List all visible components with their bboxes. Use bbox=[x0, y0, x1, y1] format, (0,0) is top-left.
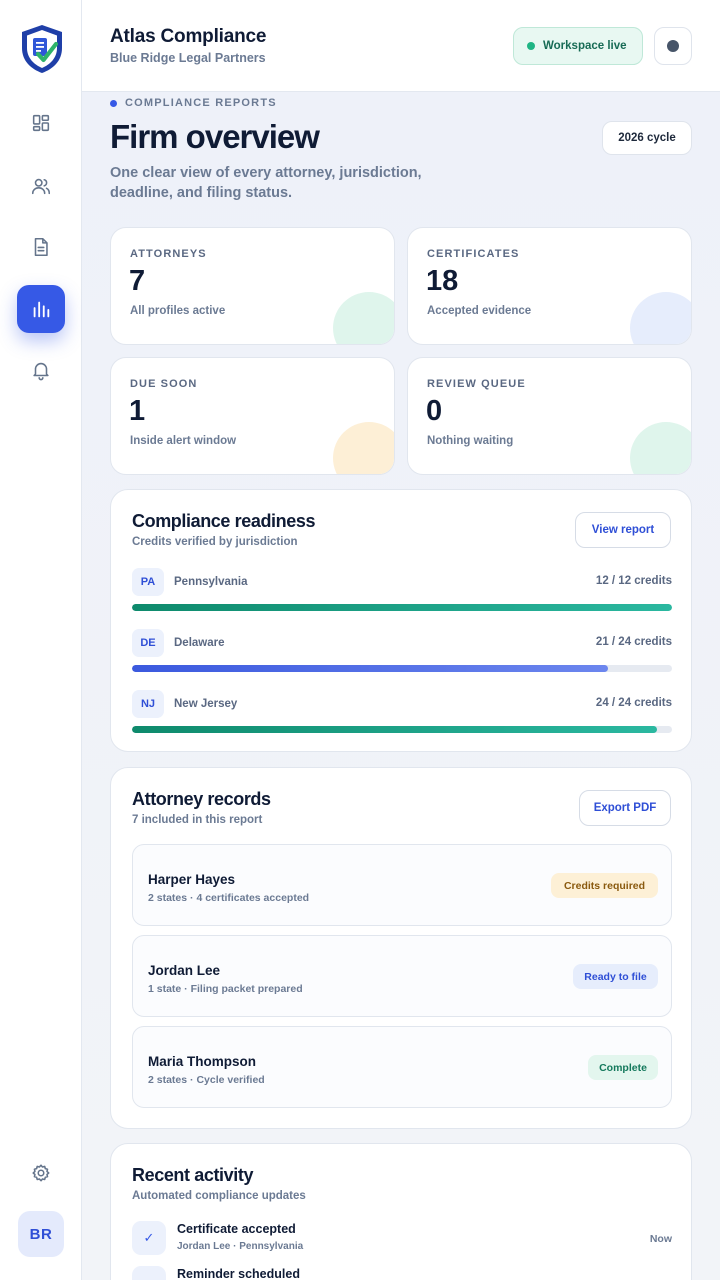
activity-time: Now bbox=[649, 1233, 672, 1245]
jurisdiction-row-nj[interactable]: NJ New Jersey 24 / 24 credits bbox=[132, 690, 672, 740]
page-title: Firm overview bbox=[110, 118, 320, 155]
eyebrow-dot-icon bbox=[110, 99, 117, 107]
panel-title: Recent activity bbox=[132, 1165, 254, 1185]
nav-documents[interactable] bbox=[17, 223, 65, 271]
jurisdiction-code: NJ bbox=[132, 690, 164, 718]
users-icon bbox=[31, 178, 51, 195]
panel-title: Compliance readiness bbox=[132, 511, 316, 531]
jurisdiction-credits: 12 / 12 credits bbox=[595, 575, 672, 587]
panel-title: Attorney records bbox=[132, 789, 271, 809]
cycle-selector[interactable]: 2026 cycle bbox=[602, 121, 692, 155]
jurisdiction-name: Delaware bbox=[174, 637, 225, 649]
jurisdiction-row-de[interactable]: DE Delaware 21 / 24 credits bbox=[132, 629, 672, 679]
sidebar: BR bbox=[0, 0, 82, 1280]
bar-chart-icon bbox=[33, 301, 50, 318]
view-report-button[interactable]: View report bbox=[575, 512, 671, 548]
stat-value: 7 bbox=[129, 265, 146, 297]
progress-fill bbox=[132, 604, 672, 611]
stat-note: Nothing waiting bbox=[427, 435, 514, 447]
decorative-circle bbox=[333, 292, 394, 344]
stat-card-due-soon[interactable]: DUE SOON 1 Inside alert window bbox=[110, 357, 395, 475]
panel-subtitle: Automated compliance updates bbox=[132, 1190, 306, 1202]
top-header: Atlas Compliance Blue Ridge Legal Partne… bbox=[82, 0, 720, 92]
panel-subtitle: Credits verified by jurisdiction bbox=[132, 536, 298, 548]
workspace-status-badge[interactable]: Workspace live bbox=[513, 27, 643, 65]
page-subtitle: One clear view of every attorney, jurisd… bbox=[110, 165, 422, 201]
stat-card-attorneys[interactable]: ATTORNEYS 7 All profiles active bbox=[110, 227, 395, 345]
activity-item[interactable]: Reminder scheduled bbox=[132, 1266, 672, 1280]
status-badge: Credits required bbox=[551, 873, 658, 898]
jurisdiction-code: PA bbox=[132, 568, 164, 596]
export-pdf-button[interactable]: Export PDF bbox=[579, 790, 671, 826]
jurisdiction-row-pa[interactable]: PA Pennsylvania 12 / 12 credits bbox=[132, 568, 672, 618]
attorney-name: Harper Hayes bbox=[148, 872, 236, 887]
jurisdiction-name: New Jersey bbox=[174, 698, 238, 710]
decorative-circle bbox=[630, 422, 691, 474]
workspace-status-label: Workspace live bbox=[543, 40, 627, 52]
compliance-readiness-panel: Compliance readiness Credits verified by… bbox=[110, 489, 692, 752]
attorney-detail: 2 states · 4 certificates accepted bbox=[148, 892, 310, 904]
attorney-detail: 1 state · Filing packet prepared bbox=[148, 983, 303, 995]
theme-toggle-button[interactable] bbox=[654, 27, 692, 65]
bell-icon bbox=[33, 362, 49, 381]
decorative-circle bbox=[333, 422, 394, 474]
activity-title: Reminder scheduled bbox=[177, 1267, 300, 1280]
progress-fill bbox=[132, 665, 608, 672]
app-title: Atlas Compliance bbox=[110, 26, 267, 47]
activity-item[interactable]: ✓ Certificate accepted Jordan Lee · Penn… bbox=[132, 1221, 672, 1261]
shield-logo-icon[interactable] bbox=[19, 23, 65, 75]
page-eyebrow: COMPLIANCE REPORTS bbox=[110, 97, 277, 109]
stat-note: Inside alert window bbox=[130, 435, 237, 447]
progress-bar bbox=[132, 604, 672, 611]
progress-bar bbox=[132, 726, 672, 733]
stat-label: ATTORNEYS bbox=[130, 248, 207, 260]
attorney-name: Maria Thompson bbox=[148, 1054, 257, 1069]
settings-button[interactable] bbox=[17, 1149, 65, 1197]
user-avatar[interactable]: BR bbox=[18, 1211, 64, 1257]
nav-reports[interactable] bbox=[17, 285, 65, 333]
stat-card-review-queue[interactable]: REVIEW QUEUE 0 Nothing waiting bbox=[407, 357, 692, 475]
decorative-circle bbox=[630, 292, 691, 344]
panel-subtitle: 7 included in this report bbox=[132, 814, 263, 826]
attorney-record-row[interactable]: Jordan Lee 1 state · Filing packet prepa… bbox=[132, 935, 672, 1017]
jurisdiction-name: Pennsylvania bbox=[174, 576, 248, 588]
recent-activity-panel: Recent activity Automated compliance upd… bbox=[110, 1143, 692, 1280]
status-badge: Complete bbox=[588, 1055, 658, 1080]
gear-icon bbox=[32, 1164, 50, 1182]
dashboard-icon bbox=[32, 114, 50, 132]
stat-value: 18 bbox=[426, 265, 459, 297]
attorney-records-panel: Attorney records 7 included in this repo… bbox=[110, 767, 692, 1129]
attorney-name: Jordan Lee bbox=[148, 963, 221, 978]
stat-card-certificates[interactable]: CERTIFICATES 18 Accepted evidence bbox=[407, 227, 692, 345]
jurisdiction-credits: 24 / 24 credits bbox=[595, 697, 672, 709]
nav-alerts[interactable] bbox=[17, 346, 65, 394]
org-name: Blue Ridge Legal Partners bbox=[110, 51, 266, 65]
circle-icon bbox=[667, 40, 679, 52]
stat-label: REVIEW QUEUE bbox=[427, 378, 526, 390]
status-dot-icon bbox=[527, 42, 535, 50]
check-icon: ✓ bbox=[132, 1221, 166, 1255]
progress-bar bbox=[132, 665, 672, 672]
activity-title: Certificate accepted bbox=[177, 1222, 296, 1236]
stat-label: CERTIFICATES bbox=[427, 248, 520, 260]
main-content: COMPLIANCE REPORTS Firm overview 2026 cy… bbox=[82, 92, 720, 1280]
nav-attorneys[interactable] bbox=[17, 162, 65, 210]
status-badge: Ready to file bbox=[573, 964, 658, 989]
stat-value: 0 bbox=[426, 395, 443, 427]
jurisdiction-code: DE bbox=[132, 629, 164, 657]
eyebrow-label: COMPLIANCE REPORTS bbox=[125, 97, 277, 109]
attorney-record-row[interactable]: Harper Hayes 2 states · 4 certificates a… bbox=[132, 844, 672, 926]
stat-value: 1 bbox=[129, 395, 146, 427]
nav-dashboard[interactable] bbox=[17, 99, 65, 147]
jurisdiction-credits: 21 / 24 credits bbox=[595, 636, 672, 648]
stat-label: DUE SOON bbox=[130, 378, 198, 390]
progress-fill bbox=[132, 726, 657, 733]
attorney-detail: 2 states · Cycle verified bbox=[148, 1074, 265, 1086]
attorney-record-row[interactable]: Maria Thompson 2 states · Cycle verified… bbox=[132, 1026, 672, 1108]
activity-detail: Jordan Lee · Pennsylvania bbox=[177, 1241, 304, 1252]
stat-note: All profiles active bbox=[130, 305, 226, 317]
clock-icon bbox=[132, 1266, 166, 1280]
stat-note: Accepted evidence bbox=[427, 305, 532, 317]
document-icon bbox=[34, 237, 48, 257]
